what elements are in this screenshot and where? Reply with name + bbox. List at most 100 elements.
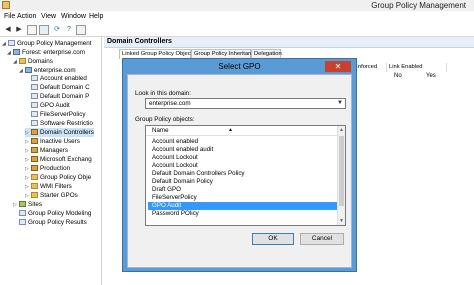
- tree-node-forest[interactable]: ◢ Forest: enterprise.com: [7, 48, 85, 57]
- ou-icon: [31, 156, 38, 162]
- tree-node-gpo-link[interactable]: Account enabled: [31, 74, 87, 83]
- tree-node-results[interactable]: Group Policy Results: [19, 218, 87, 227]
- tree-label: Software Restrictio: [40, 120, 93, 127]
- gpo-link-icon: [31, 93, 38, 99]
- tree-node-wmi[interactable]: ▷ WMI Filters: [25, 182, 72, 191]
- tree-label: Domain Controllers: [40, 129, 94, 136]
- tree-node-root[interactable]: ◢ Group Policy Management: [2, 39, 92, 48]
- ou-icon: [31, 138, 38, 144]
- list-item[interactable]: Draft GPO: [148, 186, 338, 194]
- tree-node-ou[interactable]: ▷ Managers: [25, 146, 68, 155]
- ok-button[interactable]: OK: [252, 233, 294, 245]
- scroll-thumb[interactable]: [339, 136, 344, 206]
- tree-label: Group Policy Obje: [40, 174, 92, 181]
- title-bar: Group Policy Management: [0, 0, 474, 11]
- cell-enforced: No: [394, 73, 402, 79]
- dialog-title: Select GPO: [218, 62, 261, 71]
- show-tree-icon[interactable]: [39, 25, 49, 35]
- list-item[interactable]: Account Lockout: [148, 162, 338, 170]
- properties-icon[interactable]: [76, 25, 86, 35]
- list-item[interactable]: Default Domain Controllers Policy: [148, 170, 338, 178]
- back-icon[interactable]: ◀: [3, 25, 13, 35]
- tree-label: Managers: [40, 147, 69, 154]
- help-icon[interactable]: ?: [64, 25, 74, 35]
- tree-node-ou[interactable]: ▷ Inactive Users: [25, 137, 80, 146]
- forest-icon: [13, 49, 20, 55]
- tree-label: enterprise.com: [34, 67, 76, 74]
- tree-label: Microsoft Exchang: [40, 156, 92, 163]
- tree-node-ou[interactable]: ▷ Production: [25, 164, 70, 173]
- vertical-scrollbar[interactable]: ▲ ▼: [337, 126, 345, 225]
- list-item[interactable]: Password POlicy: [148, 210, 338, 218]
- cancel-button[interactable]: Cancel: [300, 233, 344, 245]
- tree-node-sites[interactable]: ▷ Sites: [13, 200, 42, 209]
- details-title: Domain Controllers: [107, 38, 172, 45]
- dialog-body: Look in this domain: enterprise.com ▼ Gr…: [127, 74, 352, 268]
- menu-window[interactable]: Window: [61, 13, 86, 20]
- menu-bar: File Action View Window Help: [0, 11, 474, 23]
- domain-label: Look in this domain:: [135, 90, 192, 97]
- ou-icon: [31, 129, 38, 135]
- tree-node-modeling[interactable]: Group Policy Modeling: [19, 209, 91, 218]
- list-item[interactable]: Default Domain Policy: [148, 178, 338, 186]
- tree-node-ou[interactable]: ▷ Microsoft Exchang: [25, 155, 92, 164]
- list-item[interactable]: Account Lockout: [148, 154, 338, 162]
- toolbar: ◀ ▶ ⟳ ?: [0, 23, 474, 37]
- scroll-up-icon[interactable]: ▲: [339, 127, 344, 133]
- tree-node-gpo-link[interactable]: GPO Audit: [31, 101, 70, 110]
- tree-label: FileServerPolicy: [40, 111, 86, 118]
- list-item[interactable]: FileServerPolicy: [148, 194, 338, 202]
- results-icon: [19, 219, 26, 225]
- ou-icon: [31, 147, 38, 153]
- close-icon[interactable]: ✕: [325, 61, 351, 72]
- forward-icon[interactable]: ▶: [14, 25, 24, 35]
- tree-label: Starter GPOs: [40, 192, 78, 199]
- cell-link-enabled: Yes: [426, 73, 436, 79]
- select-gpo-dialog: Select GPO ✕ Look in this domain: enterp…: [122, 58, 357, 272]
- gpo-list-label: Group Policy objects:: [135, 116, 195, 123]
- menu-help[interactable]: Help: [89, 13, 103, 20]
- tree-node-gpo-link[interactable]: FileServerPolicy: [31, 110, 86, 119]
- tree-label: Production: [40, 165, 71, 172]
- tree-node-domains[interactable]: ◢ Domains: [13, 57, 53, 66]
- column-link-enabled[interactable]: Link Enabled: [387, 63, 447, 72]
- tree-node-gpo-folder[interactable]: ▷ Group Policy Obje: [25, 173, 91, 182]
- chevron-down-icon[interactable]: ▼: [337, 99, 343, 108]
- domain-icon: [25, 67, 32, 73]
- up-folder-icon[interactable]: [27, 25, 37, 35]
- tree-label: Group Policy Results: [28, 219, 87, 226]
- sort-arrow-icon: ▲: [228, 127, 233, 133]
- folder-icon: [19, 58, 26, 64]
- list-item[interactable]: Account enabled: [148, 138, 338, 146]
- ou-icon: [31, 165, 38, 171]
- tree-label: GPO Audit: [40, 102, 70, 109]
- list-item[interactable]: Account enabled audit: [148, 146, 338, 154]
- tree-label: Default Domain C: [40, 84, 90, 91]
- folder-icon: [31, 183, 38, 189]
- gpo-link-icon: [31, 111, 38, 117]
- tree-label: Account enabled: [40, 75, 87, 82]
- gpo-list[interactable]: Name ▲ Account enabled Account enabled a…: [145, 125, 346, 226]
- column-enforced[interactable]: Enforced: [352, 63, 387, 72]
- window-title: Group Policy Management: [371, 1, 466, 10]
- tree-node-gpo-link[interactable]: Software Restrictio: [31, 119, 93, 128]
- tree-node-starter[interactable]: ▷ Starter GPOs: [25, 191, 78, 200]
- menu-action[interactable]: Action: [17, 13, 36, 20]
- modeling-icon: [19, 210, 26, 216]
- app-icon[interactable]: [2, 1, 10, 9]
- tree-node-gpo-link[interactable]: Default Domain C: [31, 83, 90, 92]
- tree-node-domain-controllers[interactable]: ▷ Domain Controllers: [25, 128, 94, 137]
- tree-label: Group Policy Management: [17, 40, 92, 47]
- scroll-down-icon[interactable]: ▼: [339, 218, 344, 224]
- folder-icon: [31, 174, 38, 180]
- column-name[interactable]: Name ▲: [146, 126, 340, 136]
- list-item-selected[interactable]: GPO Audit: [148, 202, 338, 210]
- menu-file[interactable]: File: [4, 13, 15, 20]
- refresh-icon[interactable]: ⟳: [52, 25, 62, 35]
- tree-label: Inactive Users: [40, 138, 80, 145]
- menu-view[interactable]: View: [41, 13, 56, 20]
- domain-combobox[interactable]: enterprise.com ▼: [145, 98, 346, 109]
- sites-icon: [19, 201, 26, 207]
- column-name-label: Name: [152, 127, 169, 134]
- tree-node-gpo-link[interactable]: Default Domain P: [31, 92, 89, 101]
